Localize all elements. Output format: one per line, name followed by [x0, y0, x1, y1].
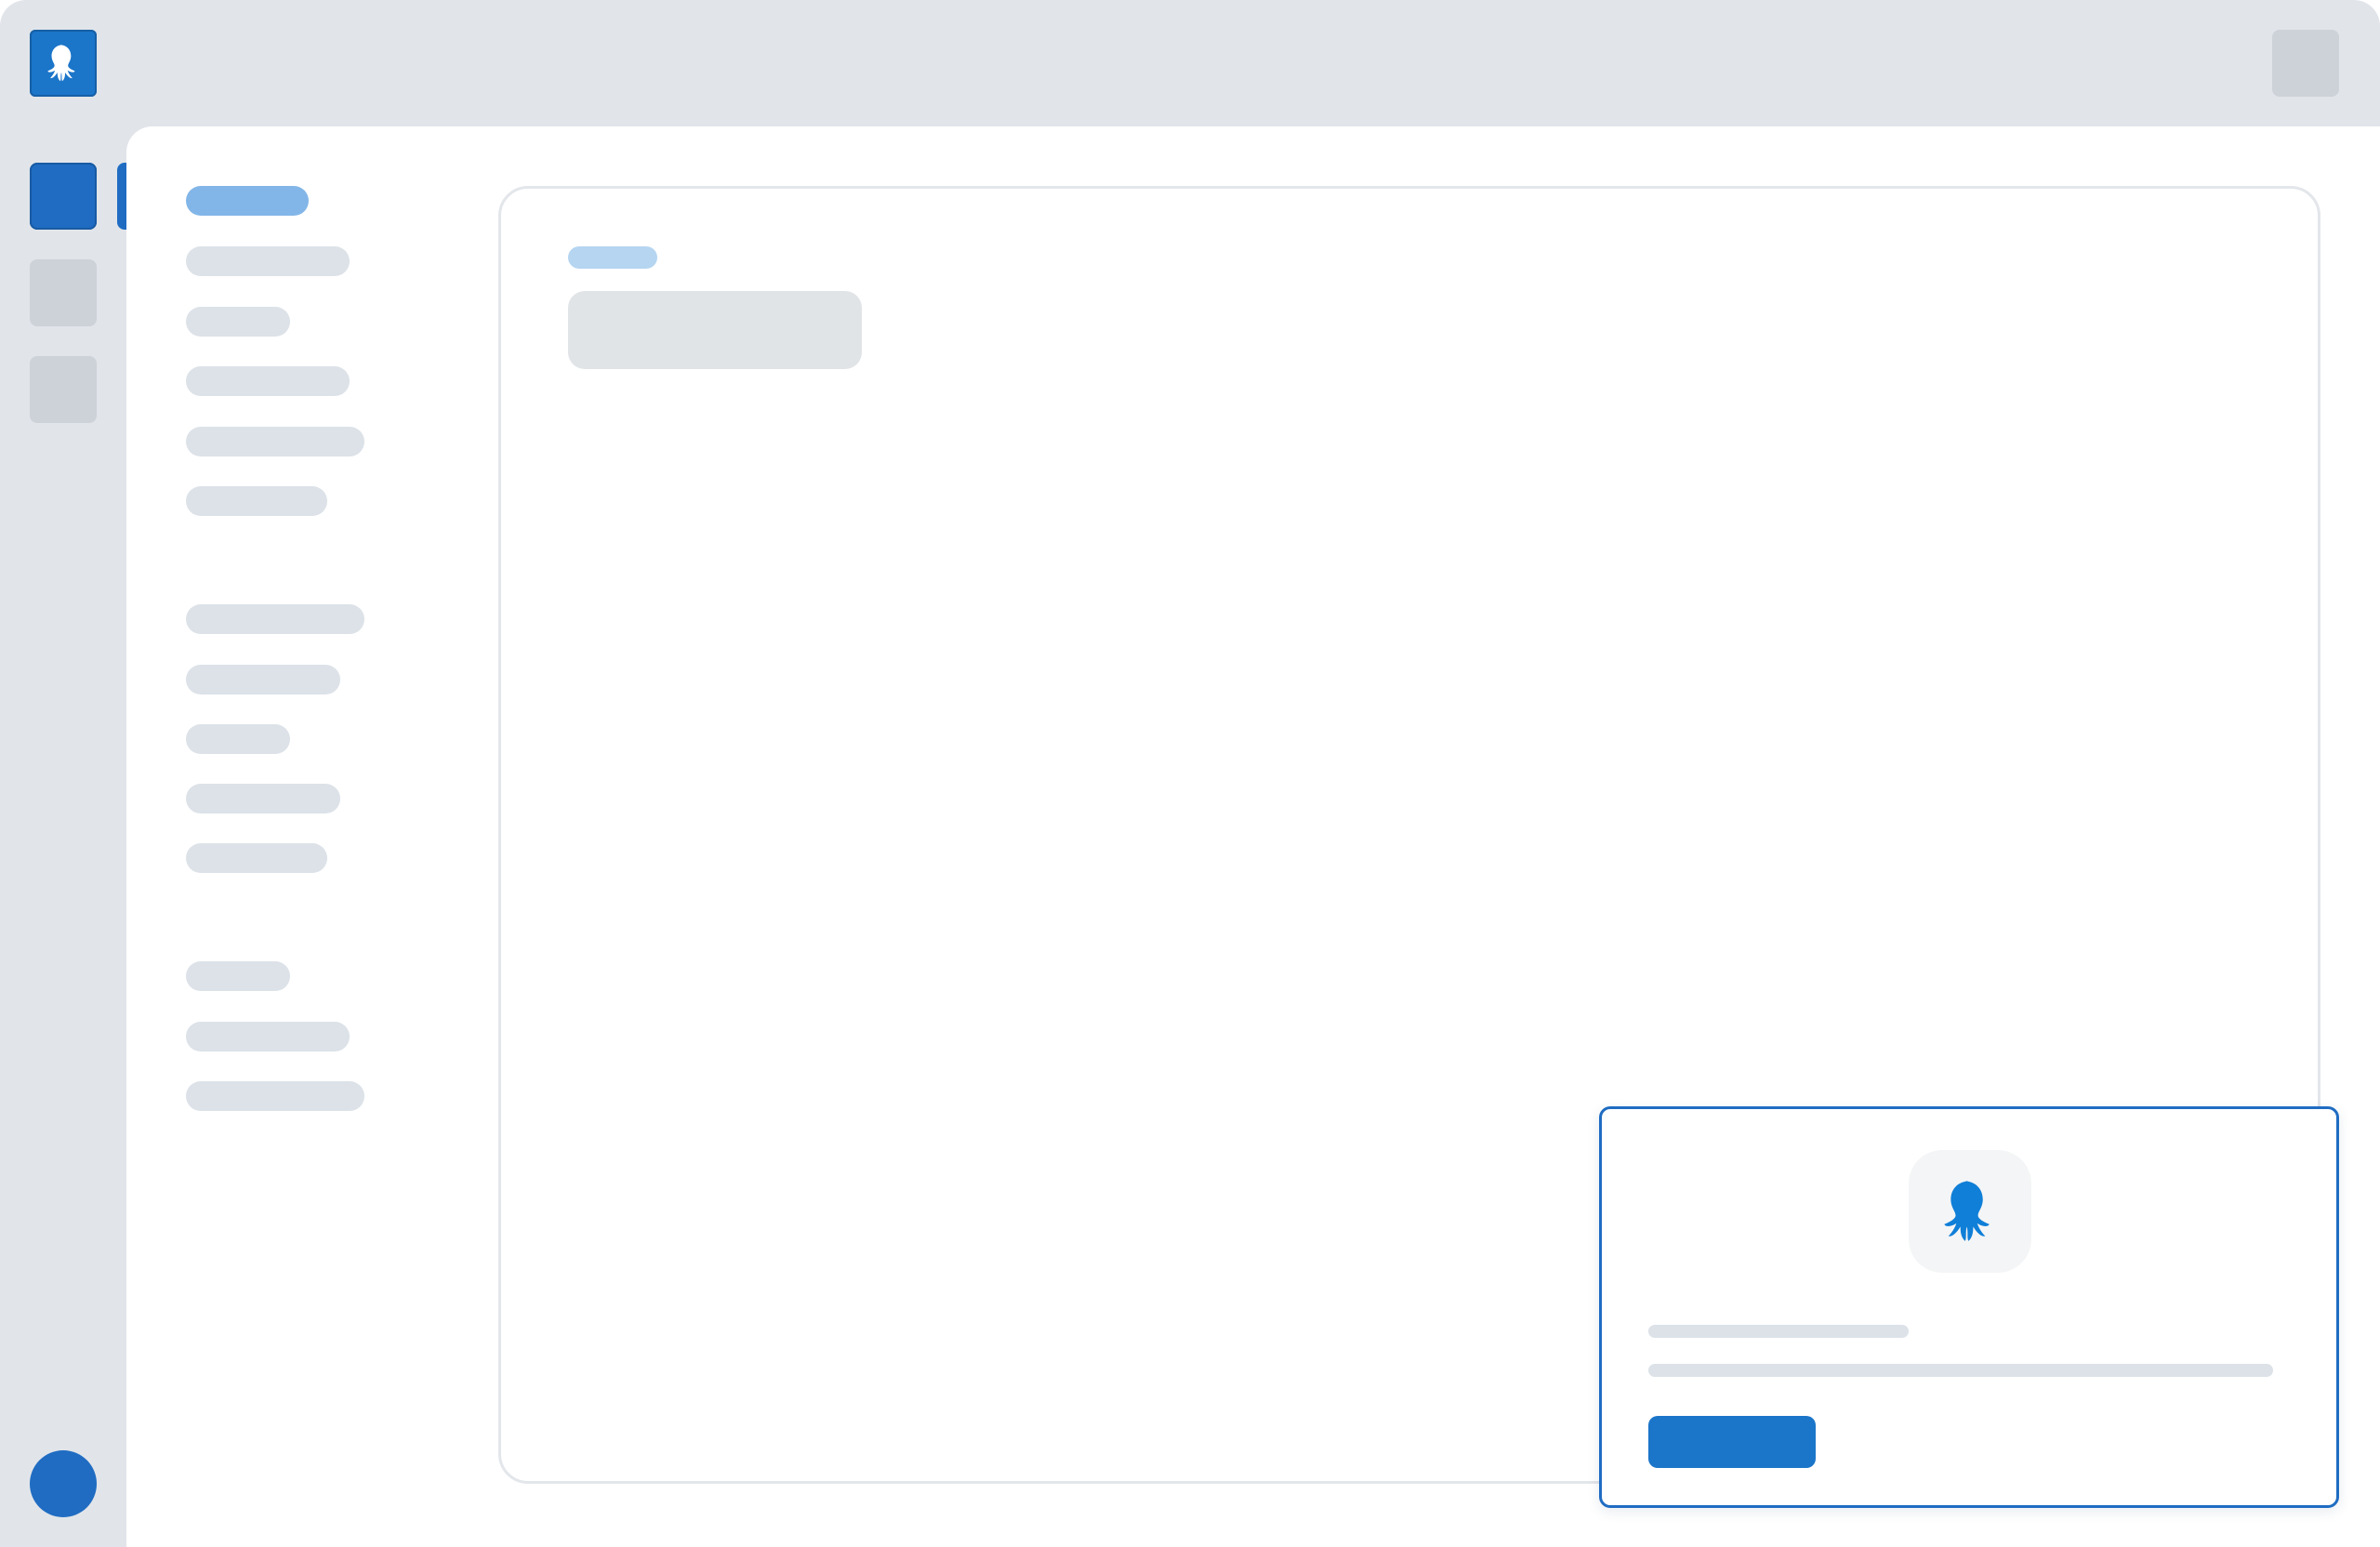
- popup-icon-tile: [1909, 1150, 2031, 1273]
- nav-item[interactable]: [186, 843, 327, 873]
- nav-item[interactable]: [186, 1022, 350, 1051]
- nav-item[interactable]: [186, 784, 340, 813]
- nav-item[interactable]: [186, 665, 340, 694]
- popup-card: [1599, 1106, 2339, 1508]
- popup-body-line: [1648, 1364, 2273, 1377]
- app-logo[interactable]: [30, 30, 97, 97]
- popup-title-line: [1648, 1325, 1909, 1338]
- rail-item-2[interactable]: [30, 259, 97, 326]
- nav-item[interactable]: [186, 427, 364, 456]
- avatar[interactable]: [30, 1450, 97, 1517]
- nav-item[interactable]: [186, 486, 327, 516]
- nav-item[interactable]: [186, 724, 290, 754]
- rail-item-1[interactable]: [30, 163, 97, 230]
- nav-item-selected[interactable]: [186, 186, 309, 216]
- topbar-avatar[interactable]: [2272, 30, 2339, 97]
- card-tag: [568, 246, 657, 269]
- nav-item[interactable]: [186, 961, 290, 991]
- card-heading: [568, 291, 862, 369]
- popup-action-button[interactable]: [1648, 1416, 1816, 1468]
- rail-item-3[interactable]: [30, 356, 97, 423]
- nav-item[interactable]: [186, 366, 350, 396]
- nav-item[interactable]: [186, 307, 290, 337]
- octopus-icon: [1944, 1181, 1990, 1241]
- app-window: [0, 0, 2380, 1547]
- nav-item[interactable]: [186, 1081, 364, 1111]
- octopus-icon: [47, 45, 75, 82]
- nav-item[interactable]: [186, 246, 350, 276]
- nav-item[interactable]: [186, 604, 364, 634]
